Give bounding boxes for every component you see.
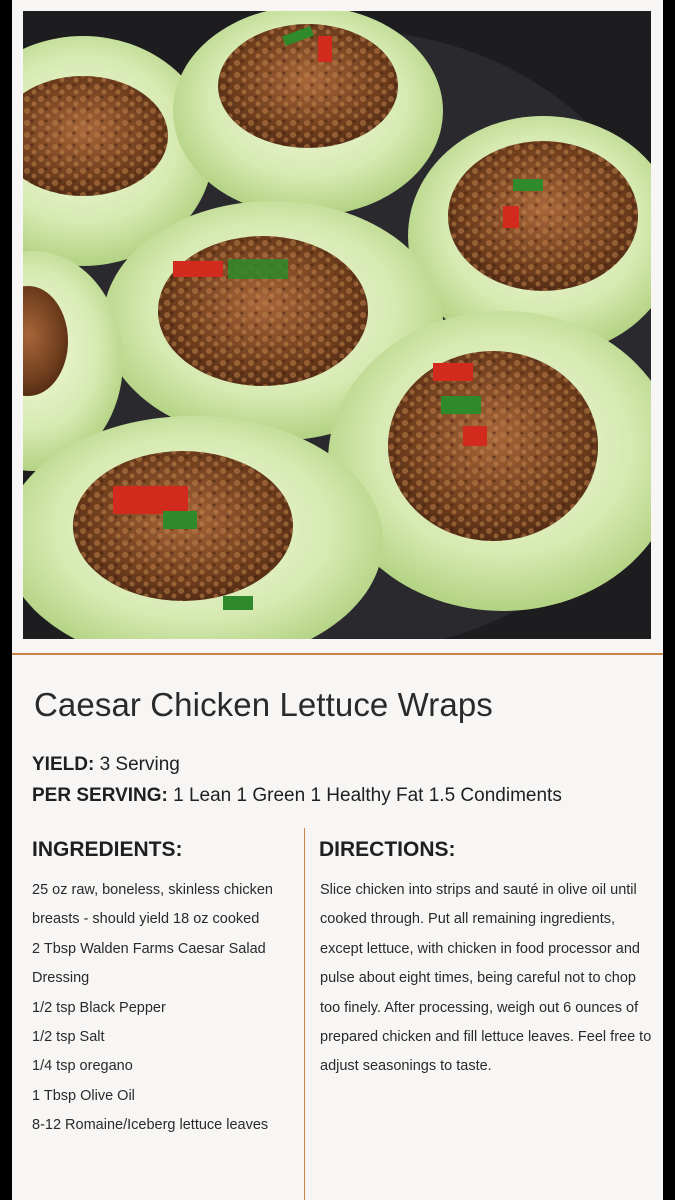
ingredient-item: 2 Tbsp Walden Farms Caesar Salad Dressin… — [32, 940, 266, 987]
ingredient-item: 1/4 tsp oregano — [32, 1058, 133, 1075]
ingredient-item: 1 Tbsp Olive Oil — [32, 1087, 135, 1104]
wrap-top-center — [173, 11, 443, 216]
ingredients-heading: INGREDIENTS: — [32, 838, 183, 861]
column-divider — [304, 828, 305, 1200]
yield-label: YIELD: — [32, 754, 95, 775]
yield-line: YIELD: 3 Serving — [32, 754, 180, 776]
per-serving-label: PER SERVING: — [32, 785, 168, 806]
recipe-photo — [23, 11, 651, 639]
directions-text: Slice chicken into strips and sauté in o… — [320, 882, 652, 1075]
ingredient-item: 1/2 tsp Black Pepper — [32, 999, 166, 1016]
directions-heading: DIRECTIONS: — [319, 838, 456, 861]
yield-value: 3 Serving — [99, 754, 180, 775]
per-serving-line: PER SERVING: 1 Lean 1 Green 1 Healthy Fa… — [32, 785, 562, 807]
ingredient-item: 8-12 Romaine/Iceberg lettuce leaves — [32, 1117, 269, 1134]
recipe-title: Caesar Chicken Lettuce Wraps — [34, 686, 493, 723]
ingredient-item: 1/2 tsp Salt — [32, 1029, 105, 1046]
lettuce-wraps-photo — [23, 11, 651, 639]
ingredients-list: 25 oz raw, boneless, skinless chicken br… — [32, 876, 294, 1141]
accent-rule — [12, 653, 663, 655]
ingredient-item: 25 oz raw, boneless, skinless chicken br… — [32, 882, 273, 928]
screenshot-frame: Caesar Chicken Lettuce Wraps YIELD: 3 Se… — [0, 0, 675, 1200]
per-serving-value: 1 Lean 1 Green 1 Healthy Fat 1.5 Condime… — [173, 785, 562, 806]
recipe-card: Caesar Chicken Lettuce Wraps YIELD: 3 Se… — [12, 0, 663, 1200]
